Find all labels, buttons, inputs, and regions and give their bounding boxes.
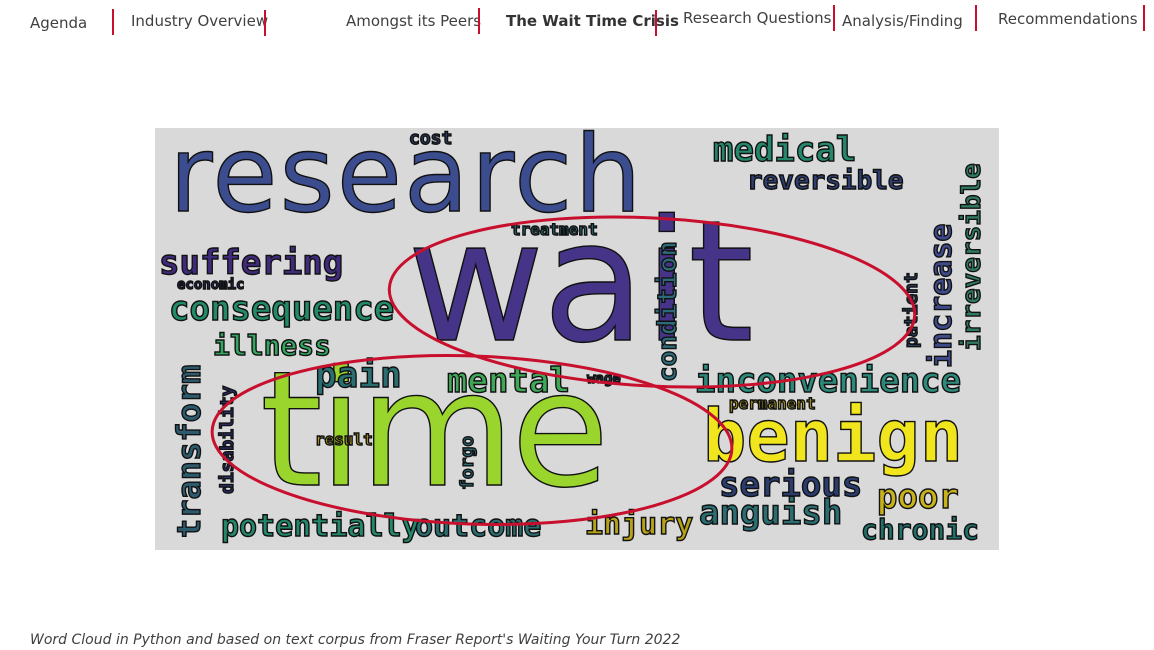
word-cost: cost — [408, 128, 453, 149]
word-potentially: potentially — [220, 509, 420, 544]
word-condition: condition — [652, 240, 683, 382]
word-anguish: anguish — [698, 493, 843, 533]
word-inconvenience: inconvenience — [694, 361, 962, 401]
word-permanent: permanent — [728, 394, 816, 413]
word-forgo: forgo — [456, 435, 478, 491]
nav-recommendations[interactable]: Recommendations — [998, 10, 1138, 28]
nav-wait-time-crisis[interactable]: The Wait Time Crisis — [506, 12, 679, 30]
nav-separator — [655, 10, 657, 36]
nav-industry-overview[interactable]: Industry Overview — [131, 12, 268, 30]
word-increase: increase — [923, 223, 959, 369]
word-suffering: suffering — [158, 243, 344, 283]
nav-separator — [1143, 5, 1145, 31]
word-poor: poor — [876, 477, 959, 517]
nav-research-questions[interactable]: Research Questions — [683, 9, 831, 27]
nav-separator — [833, 5, 835, 31]
word-irreversible: irreversible — [956, 162, 987, 351]
word-injury: injury — [584, 507, 694, 542]
word-patient: patient — [900, 271, 922, 348]
nav-separator — [264, 10, 266, 36]
nav-separator — [478, 8, 480, 34]
word-treatment: treatment — [510, 220, 598, 239]
word-outcome: outcome — [414, 509, 542, 544]
word-chronic: chronic — [860, 513, 980, 546]
word-illness: illness — [212, 329, 332, 362]
word-pain: pain — [314, 355, 402, 396]
word-cloud-image: research wait time benign medical revers… — [155, 128, 999, 550]
figure-caption: Word Cloud in Python and based on text c… — [30, 632, 681, 648]
nav-analysis-finding[interactable]: Analysis/Finding — [842, 12, 963, 30]
nav-agenda[interactable]: Agenda — [30, 14, 87, 32]
word-mental: mental — [446, 361, 570, 401]
word-consequence: consequence — [168, 289, 395, 329]
nav-separator — [112, 9, 114, 35]
word-result: result — [314, 430, 373, 449]
word-reversible: reversible — [746, 166, 904, 196]
word-medical: medical — [712, 130, 857, 170]
word-disability: disability — [216, 385, 238, 495]
word-transform: transform — [169, 364, 208, 539]
nav-amongst-its-peers[interactable]: Amongst its Peers — [346, 12, 481, 30]
nav-separator — [975, 5, 977, 31]
word-wage: wage — [586, 371, 621, 387]
